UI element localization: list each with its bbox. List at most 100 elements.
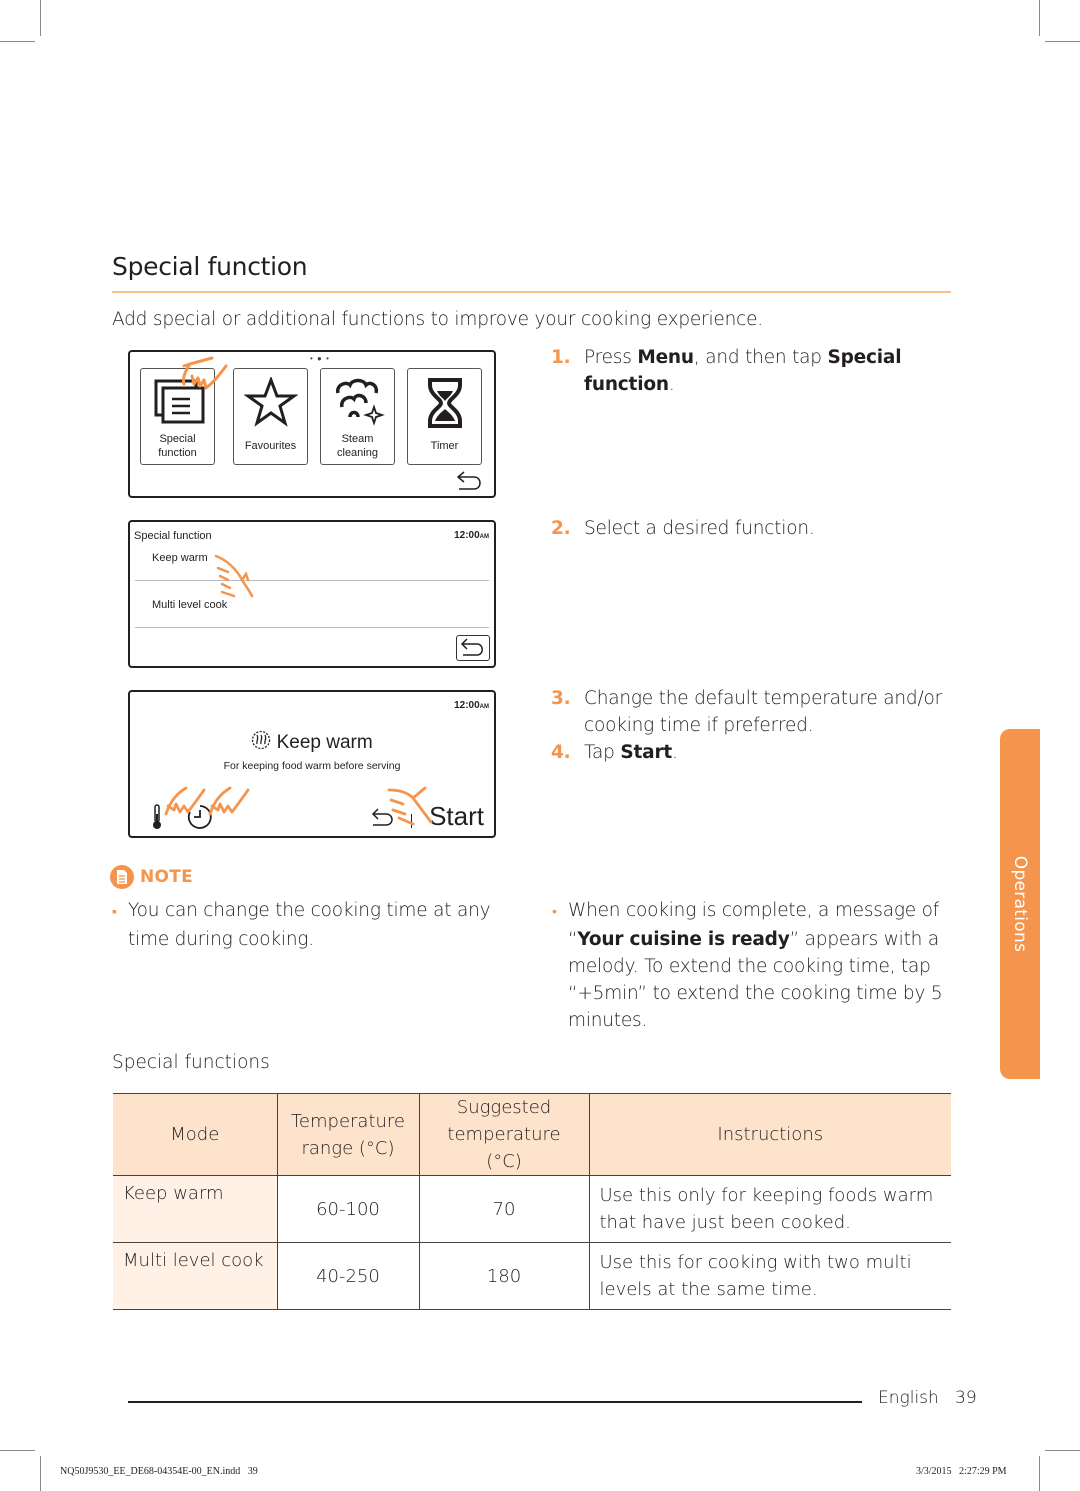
step-text: Press <box>584 347 638 368</box>
title-divider <box>112 291 951 293</box>
cell-range: 40-250 <box>277 1242 420 1310</box>
tile-label: Steam <box>341 433 374 445</box>
step-bold: Start <box>620 742 673 763</box>
table-row: Keep warm 60-100 70 Use this only for ke… <box>113 1175 951 1243</box>
bullet-text: time during cooking. <box>128 929 314 950</box>
header-instructions: Instructions <box>589 1093 951 1176</box>
bullet-bold: Your cuisine is ready <box>577 929 790 950</box>
cell-suggested: 70 <box>419 1175 590 1243</box>
header-text: Temperature <box>290 1110 406 1132</box>
header-mode: Mode <box>113 1093 278 1176</box>
bullet-text: melody. To extend the cooking time, tap <box>568 956 931 977</box>
tile-favourites[interactable]: Favourites <box>233 368 308 465</box>
step-1: 1. Press Menu, and then tap Special funct… <box>551 344 902 398</box>
table-row: Multi level cook 40-250 180 Use this for… <box>113 1242 951 1310</box>
footer-language: English <box>878 1388 939 1408</box>
tile-label: Special <box>159 433 196 445</box>
footer-page-number: 39 <box>955 1388 977 1408</box>
header-suggested-temperature: Suggested temperature (°C) <box>419 1093 590 1176</box>
crop-mark <box>1039 0 1040 36</box>
back-icon <box>460 638 483 656</box>
bullet-dot: • <box>552 904 557 920</box>
tap-hand-icon <box>164 786 250 816</box>
clock-ampm: AM <box>479 704 489 710</box>
slug-filename: NQ50J9530_EE_DE68-04354E-00_EN.indd 39 <box>60 1466 258 1477</box>
step-text: . <box>672 742 678 763</box>
footer-rule <box>128 1401 862 1403</box>
crop-mark <box>0 41 35 42</box>
clock-ampm: AM <box>479 534 489 540</box>
menu-screen: • ● • Special function Favourites Steam cl… <box>128 350 496 498</box>
step-number: 1. <box>551 347 571 368</box>
bullet-text: When cooking is complete, a message of <box>568 900 940 921</box>
section-tab-operations[interactable]: Operations <box>1000 729 1040 1079</box>
bullet-text: You can change the cooking time at any <box>128 900 491 921</box>
note-icon <box>110 865 134 889</box>
note-header: NOTE <box>110 865 193 889</box>
header-temperature-range: Temperature range (°C) <box>277 1093 420 1176</box>
footer-page-label: English 39 <box>878 1388 977 1408</box>
step-text: , and then tap <box>693 347 828 368</box>
page-title: Special function <box>112 252 308 281</box>
instruction-text: levels at the same time. <box>599 1279 818 1300</box>
step-4: 4. Tap Start. <box>551 739 678 766</box>
list-item-multi-level-cook[interactable]: Multi level cook <box>152 599 227 611</box>
header-text: range (°C) <box>301 1137 395 1159</box>
page-indicator: • ● • <box>310 354 330 363</box>
steam-icon <box>335 378 385 426</box>
step-text: Change the default temperature and/or <box>584 688 943 709</box>
step-text: Tap <box>584 742 621 763</box>
cell-instructions: Use this only for keeping foods warm that… <box>589 1175 951 1243</box>
header-text: temperature (°C) <box>447 1124 561 1172</box>
bullet-text: “+5min” to extend the cooking time by 5 <box>568 983 943 1004</box>
note-label: NOTE <box>140 867 194 887</box>
instruction-text: Use this for cooking with two multi <box>599 1252 912 1273</box>
tile-label: function <box>158 447 197 459</box>
header-text: Suggested <box>456 1097 552 1118</box>
cell-mode: Keep warm <box>113 1175 278 1243</box>
step-number: 3. <box>551 688 571 709</box>
clock: 12:00AM <box>454 700 489 711</box>
table-header-row: Mode Temperature range (°C) Suggested temp… <box>113 1093 951 1176</box>
step-text: Select a desired function. <box>584 518 815 539</box>
crop-mark <box>0 1450 35 1451</box>
tap-hand-icon <box>214 554 254 598</box>
step-number: 4. <box>551 742 571 763</box>
cell-range: 60-100 <box>277 1175 420 1243</box>
tile-label: cleaning <box>337 447 378 459</box>
mode-title-text: Keep warm <box>276 732 373 753</box>
note-bullet-left: ▪ You can change the cooking time at any … <box>112 897 491 953</box>
back-icon[interactable] <box>456 470 484 492</box>
list-divider <box>135 627 489 628</box>
tile-steam-cleaning[interactable]: Steam cleaning <box>320 368 395 465</box>
list-item-keep-warm[interactable]: Keep warm <box>152 552 208 564</box>
special-functions-table: Mode Temperature range (°C) Suggested temp… <box>113 1093 951 1310</box>
bullet-text: ” appears with a <box>789 929 940 950</box>
step-2: 2. Select a desired function. <box>551 515 815 542</box>
instruction-text: that have just been cooked. <box>599 1212 851 1233</box>
cell-instructions: Use this for cooking with two multi level… <box>589 1242 951 1310</box>
tap-hand-icon <box>182 356 228 390</box>
crop-mark <box>1045 1450 1080 1451</box>
tap-hand-icon <box>387 786 433 826</box>
tile-label: Favourites <box>244 440 297 452</box>
section-tab-label: Operations <box>1010 855 1030 953</box>
bullet-dot: ▪ <box>112 904 117 920</box>
slug-timestamp: 3/3/2015 2:27:29 PM <box>916 1466 1007 1477</box>
cell-suggested: 180 <box>419 1242 590 1310</box>
tile-timer[interactable]: Timer <box>407 368 482 465</box>
table-caption: Special functions <box>112 1052 270 1073</box>
cell-mode: Multi level cook <box>113 1242 278 1310</box>
clock-time: 12:00 <box>454 530 480 541</box>
crop-mark <box>1045 41 1080 42</box>
back-button[interactable] <box>456 635 490 661</box>
instruction-text: Use this only for keeping foods warm <box>599 1185 934 1206</box>
keep-warm-screen: 12:00AM Keep warm For keeping food warm … <box>128 690 496 838</box>
start-button[interactable]: Start <box>429 801 484 832</box>
special-function-screen: Special function 12:00AM Keep warm Multi… <box>128 520 496 668</box>
step-text: cooking time if preferred. <box>584 715 814 736</box>
mode-title: Keep warm <box>130 730 494 754</box>
crop-mark <box>40 1456 41 1491</box>
list-divider <box>135 580 489 581</box>
crop-mark <box>40 0 41 36</box>
